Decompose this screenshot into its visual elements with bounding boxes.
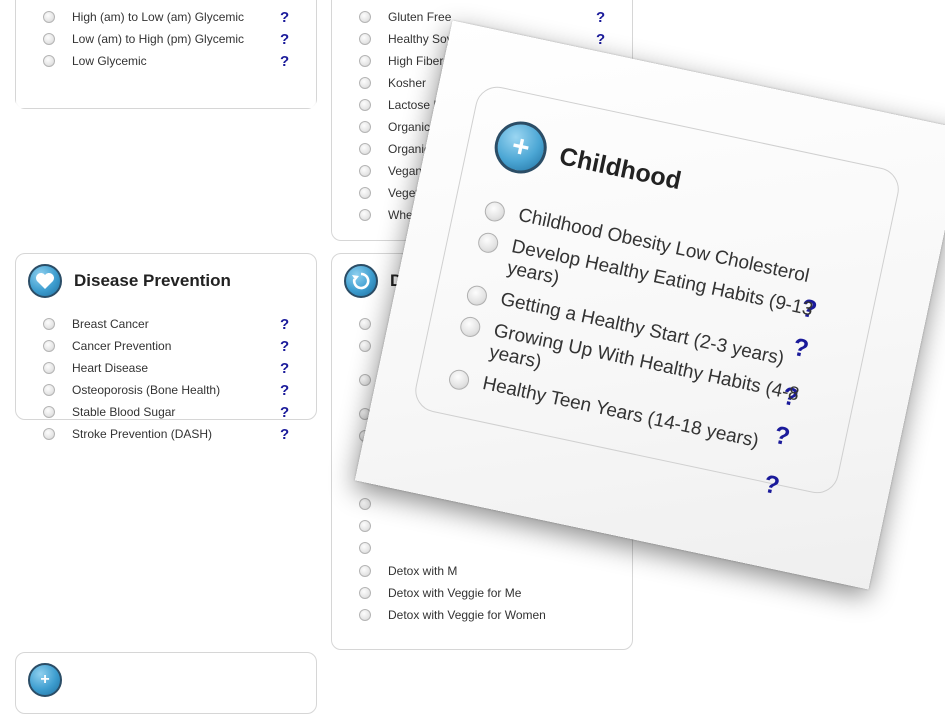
radio-button[interactable] bbox=[359, 498, 371, 510]
help-link[interactable]: ? bbox=[280, 360, 289, 377]
help-link[interactable]: ? bbox=[596, 9, 605, 26]
radio-button[interactable] bbox=[359, 99, 371, 111]
help-link[interactable]: ? bbox=[280, 426, 289, 443]
option-label: Osteoporosis (Bone Health) bbox=[72, 383, 221, 397]
help-link[interactable]: ? bbox=[280, 404, 289, 421]
option-label: High (am) to Low (am) Glycemic bbox=[72, 10, 245, 24]
radio-button[interactable] bbox=[43, 55, 55, 67]
detox-option[interactable]: Detox with Veggie for Me bbox=[332, 582, 632, 604]
glycemic-card: High (am) to Low (am) Glycemic ? Low (am… bbox=[15, 0, 317, 109]
radio-button[interactable] bbox=[43, 384, 55, 396]
radio-button[interactable] bbox=[43, 362, 55, 374]
option-label: Stable Blood Sugar bbox=[72, 405, 176, 419]
glycemic-option[interactable]: High (am) to Low (am) Glycemic ? bbox=[16, 6, 316, 28]
help-link[interactable]: ? bbox=[280, 338, 289, 355]
help-link[interactable]: ? bbox=[280, 382, 289, 399]
disease-option[interactable]: Stroke Prevention (DASH) ? bbox=[16, 423, 316, 445]
dietary-option[interactable]: Gluten Free ? bbox=[332, 6, 632, 28]
disease-option[interactable]: Heart Disease ? bbox=[16, 357, 316, 379]
detox-option[interactable] bbox=[332, 537, 632, 559]
disease-option[interactable]: Stable Blood Sugar ? bbox=[16, 401, 316, 423]
radio-button[interactable] bbox=[359, 121, 371, 133]
help-link[interactable]: ? bbox=[596, 31, 605, 48]
option-label: High Fiber bbox=[388, 54, 444, 68]
radio-button[interactable] bbox=[465, 283, 489, 308]
option-label: Stroke Prevention (DASH) bbox=[72, 427, 213, 441]
option-label: Detox with M bbox=[388, 564, 458, 578]
card-title: Childhood bbox=[556, 142, 684, 196]
refresh-icon bbox=[344, 264, 378, 298]
option-label: Healthy Soy bbox=[388, 32, 453, 46]
radio-button[interactable] bbox=[476, 230, 501, 255]
radio-button[interactable] bbox=[359, 209, 371, 221]
radio-button[interactable] bbox=[359, 587, 371, 599]
radio-button[interactable] bbox=[482, 199, 507, 224]
heart-icon bbox=[28, 264, 62, 298]
radio-button[interactable] bbox=[359, 520, 371, 532]
disease-option[interactable]: Osteoporosis (Bone Health) ? bbox=[16, 379, 316, 401]
radio-button[interactable] bbox=[359, 609, 371, 621]
detox-option[interactable]: Detox with M bbox=[332, 560, 632, 582]
radio-button[interactable] bbox=[458, 315, 483, 339]
card-header: + bbox=[16, 653, 316, 717]
option-label: Detox with Veggie for Me bbox=[388, 586, 522, 600]
glycemic-option[interactable]: Low Glycemic ? bbox=[16, 50, 316, 72]
option-label: Gluten Free bbox=[388, 10, 452, 24]
radio-button[interactable] bbox=[359, 55, 371, 67]
radio-button[interactable] bbox=[43, 340, 55, 352]
disease-option[interactable]: Cancer Prevention ? bbox=[16, 335, 316, 357]
card-fade bbox=[16, 82, 316, 108]
childhood-card: + bbox=[15, 652, 317, 714]
radio-button[interactable] bbox=[447, 367, 471, 392]
radio-button[interactable] bbox=[359, 11, 371, 23]
option-label: Low (am) to High (pm) Glycemic bbox=[72, 32, 245, 46]
card-title: Disease Prevention bbox=[74, 271, 231, 290]
plus-icon: + bbox=[489, 116, 552, 179]
help-link[interactable]: ? bbox=[280, 31, 289, 48]
glycemic-option[interactable]: Low (am) to High (pm) Glycemic ? bbox=[16, 28, 316, 50]
radio-button[interactable] bbox=[359, 542, 371, 554]
radio-button[interactable] bbox=[359, 77, 371, 89]
detox-option[interactable]: Detox with Veggie for Women bbox=[332, 604, 632, 626]
radio-button[interactable] bbox=[359, 165, 371, 177]
radio-button[interactable] bbox=[359, 318, 371, 330]
disease-option[interactable]: Breast Cancer ? bbox=[16, 313, 316, 335]
radio-button[interactable] bbox=[359, 187, 371, 199]
option-label: Heart Disease bbox=[72, 361, 149, 375]
disease-prevention-card: Disease Prevention Breast Cancer ? Cance… bbox=[15, 253, 317, 443]
help-link[interactable]: ? bbox=[280, 9, 289, 26]
zoom-childhood-card: + Childhood Childhood Obesity Low Choles… bbox=[411, 82, 903, 500]
radio-button[interactable] bbox=[43, 428, 55, 440]
option-label: Breast Cancer bbox=[72, 317, 149, 331]
radio-button[interactable] bbox=[359, 565, 371, 577]
help-link[interactable]: ? bbox=[280, 316, 289, 333]
radio-button[interactable] bbox=[359, 33, 371, 45]
option-label: Low Glycemic bbox=[72, 54, 147, 68]
card-header: Disease Prevention bbox=[16, 254, 316, 308]
help-link[interactable]: ? bbox=[790, 333, 811, 365]
plus-icon: + bbox=[28, 663, 62, 697]
option-label: Vegan bbox=[388, 164, 423, 178]
option-label: Detox with Veggie for Women bbox=[388, 608, 546, 622]
radio-button[interactable] bbox=[43, 11, 55, 23]
help-link[interactable]: ? bbox=[280, 53, 289, 70]
radio-button[interactable] bbox=[43, 406, 55, 418]
help-link[interactable]: ? bbox=[771, 421, 793, 453]
option-label: Kosher bbox=[388, 76, 427, 90]
help-link[interactable]: ? bbox=[761, 470, 782, 502]
radio-button[interactable] bbox=[43, 33, 55, 45]
radio-button[interactable] bbox=[359, 143, 371, 155]
option-label: Cancer Prevention bbox=[72, 339, 172, 353]
radio-button[interactable] bbox=[43, 318, 55, 330]
